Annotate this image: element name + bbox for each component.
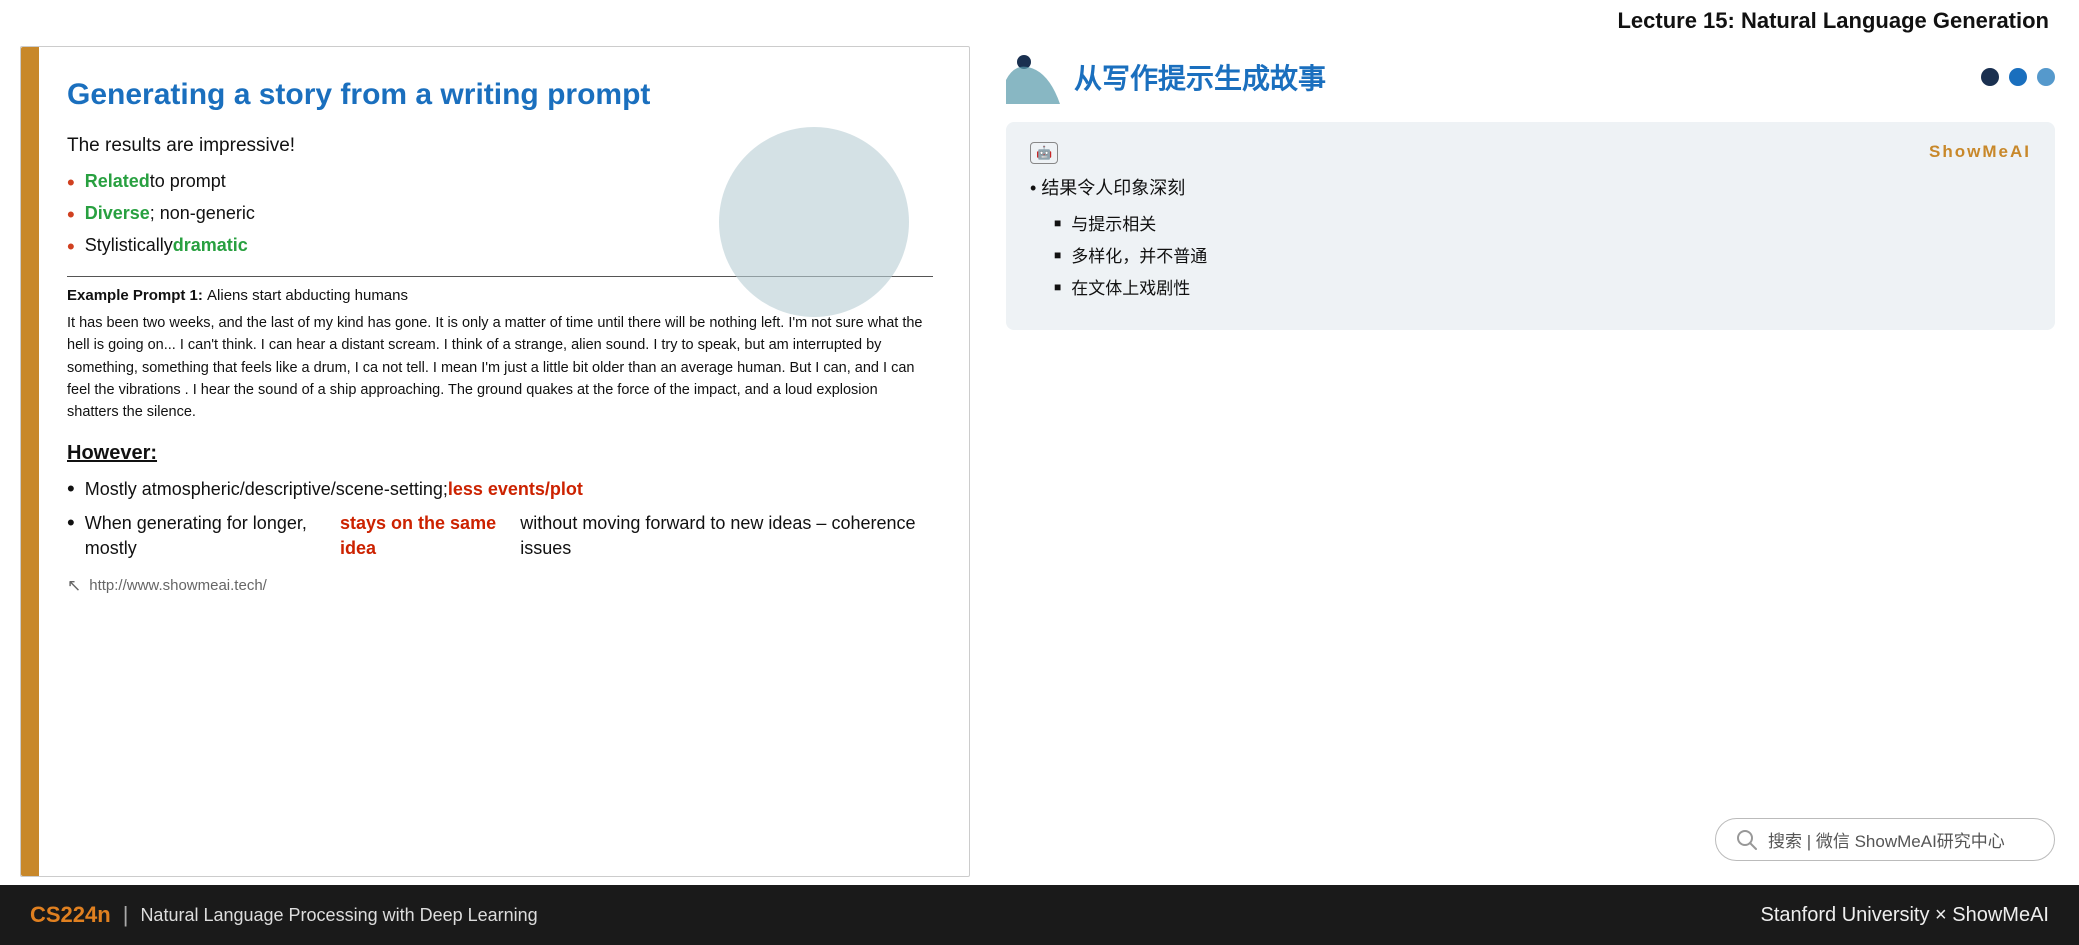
main-content: Generating a story from a writing prompt… [0, 38, 2079, 885]
dot-nav [1981, 68, 2055, 86]
cn-sub-3-text: 在文体上戏剧性 [1071, 274, 1190, 299]
bullet-dramatic: dramatic [173, 235, 248, 256]
cn-sub-2-text: 多样化，并不普通 [1071, 242, 1207, 267]
circle-image [719, 127, 909, 317]
top-bar: Lecture 15: Natural Language Generation [0, 0, 2079, 38]
showmeai-label: ShowMeAI [1929, 142, 2031, 162]
showmeai-logo [1006, 50, 1060, 104]
dot-3[interactable] [2037, 68, 2055, 86]
bottom-left: CS224n | Natural Language Processing wit… [30, 902, 538, 928]
slide-body: The results are impressive! Related to p… [67, 135, 933, 596]
bullet-related-rest: to prompt [150, 171, 226, 192]
example-story-text: It has been two weeks, and the last of m… [67, 312, 933, 424]
slide-title: Generating a story from a writing prompt [67, 77, 933, 113]
however-bullet-2-normal2: without moving forward to new ideas – co… [520, 511, 933, 560]
slide-panel: Generating a story from a writing prompt… [20, 46, 970, 877]
right-panel: 从写作提示生成故事 🤖 ShowMeAI • 结果令人印象深刻 与提示相关 [970, 38, 2079, 885]
however-bullet-1-normal: Mostly atmospheric/descriptive/scene-set… [85, 477, 448, 501]
however-heading: However: [67, 442, 933, 465]
ai-badge: 🤖 [1030, 142, 1058, 164]
lecture-title: Lecture 15: Natural Language Generation [1617, 8, 2049, 33]
however-bullets: Mostly atmospheric/descriptive/scene-set… [67, 477, 933, 560]
cursor-icon: ↖ [67, 576, 81, 596]
cn-sub-1-text: 与提示相关 [1071, 210, 1156, 235]
cn-title-text: 从写作提示生成故事 [1074, 57, 1326, 97]
cn-sub-1: 与提示相关 [1054, 210, 2031, 235]
search-box-area: 搜索 | 微信 ShowMeAI研究中心 [1006, 818, 2055, 861]
bottom-right: Stanford University × ShowMeAI [1761, 904, 2049, 927]
search-box-text: 搜索 | 微信 ShowMeAI研究中心 [1768, 827, 2005, 852]
cn-sub-list: 与提示相关 多样化，并不普通 在文体上戏剧性 [1054, 210, 2031, 299]
however-bullet-2: When generating for longer, mostly stays… [67, 511, 933, 560]
dot-1[interactable] [1981, 68, 1999, 86]
example-prompt-text: Aliens start abducting humans [207, 287, 408, 304]
dot-2[interactable] [2009, 68, 2027, 86]
cn-sub-2: 多样化，并不普通 [1054, 242, 2031, 267]
bottom-bar: CS224n | Natural Language Processing wit… [0, 885, 2079, 945]
search-box[interactable]: 搜索 | 微信 ShowMeAI研究中心 [1715, 818, 2055, 861]
slide-left-bar [21, 47, 39, 876]
however-bullet-2-normal1: When generating for longer, mostly [85, 511, 340, 560]
cn-main-bullet: • 结果令人印象深刻 [1030, 174, 2031, 200]
bottom-subtitle: Natural Language Processing with Deep Le… [140, 905, 537, 926]
ai-badge-icon: 🤖 [1036, 145, 1052, 161]
however-bullet-1: Mostly atmospheric/descriptive/scene-set… [67, 477, 933, 501]
cn-sub-3: 在文体上戏剧性 [1054, 274, 2031, 299]
example-prompt-bold: Example Prompt 1: [67, 287, 207, 304]
url-text: http://www.showmeai.tech/ [89, 577, 267, 594]
bullet-stylistically-prefix: Stylistically [85, 235, 173, 256]
however-bullet-2-red: stays on the same idea [340, 511, 520, 560]
translation-card: 🤖 ShowMeAI • 结果令人印象深刻 与提示相关 多样化，并不普通 在文体… [1006, 122, 2055, 330]
bottom-right-text: Stanford University × ShowMeAI [1761, 904, 2049, 926]
bullet-diverse-rest: ; non-generic [150, 203, 255, 224]
url-area: ↖ http://www.showmeai.tech/ [67, 576, 933, 596]
bullet-diverse-prefix: Diverse [85, 203, 150, 224]
bottom-divider: | [123, 902, 129, 928]
cs224n-label: CS224n [30, 902, 111, 928]
however-bullet-1-red: less events/plot [448, 477, 583, 501]
cn-title-area: 从写作提示生成故事 [1006, 50, 2055, 104]
search-icon [1736, 829, 1758, 851]
bullet-related-prefix: Related [85, 171, 150, 192]
